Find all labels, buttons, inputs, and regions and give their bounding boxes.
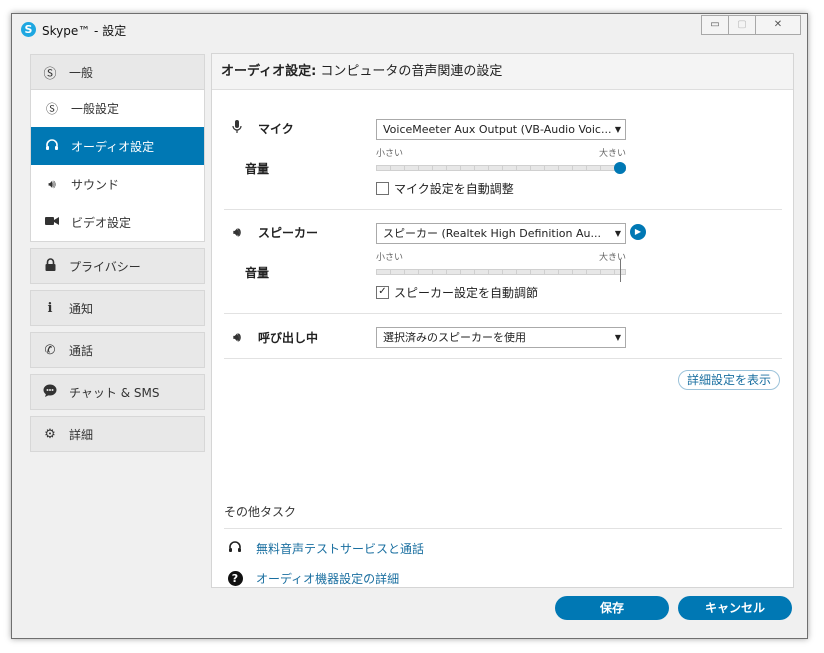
sidebar-item-label: 通話 — [69, 343, 94, 358]
mic-volume-label: 音量 — [245, 162, 270, 176]
sidebar-item-label: ビデオ設定 — [71, 215, 132, 230]
mic-device-value: VoiceMeeter Aux Output (VB-Audio Voic... — [383, 123, 612, 136]
skype-icon: S — [21, 22, 36, 37]
save-button[interactable]: 保存 — [555, 596, 669, 620]
sidebar-item-chat-sms[interactable]: チャット & SMS — [30, 374, 205, 410]
speaker-icon: 🔊︎ — [233, 330, 241, 344]
sidebar-item-label: オーディオ設定 — [71, 139, 155, 154]
phone-icon: ✆ — [44, 342, 56, 358]
sidebar-subgroup-general: Ⓢ 一般設定 オーディオ設定 🔊︎ サウンド ビデオ設定 — [30, 89, 205, 242]
ringing-label-text: 呼び出し中 — [258, 331, 319, 345]
mic-volume-knob[interactable] — [614, 162, 626, 174]
mic-auto-adjust-label: マイク設定を自動調整 — [394, 182, 514, 196]
mic-auto-adjust-checkbox[interactable]: マイク設定を自動調整 — [376, 180, 514, 197]
sidebar-item-advanced[interactable]: ⚙ 詳細 — [30, 416, 205, 452]
sidebar: Ⓢ 一般 Ⓢ 一般設定 オーディオ設定 🔊︎ サウンド ビデオ設定 プライバシー… — [30, 54, 205, 458]
audio-device-details-link[interactable]: ? オーディオ機器設定の詳細 — [226, 570, 399, 587]
ringing-device-value: 選択済みのスピーカーを使用 — [383, 331, 526, 344]
speaker-icon: 🔊︎ — [233, 225, 241, 239]
other-tasks-heading: その他タスク — [224, 505, 297, 519]
sidebar-item-general[interactable]: Ⓢ 一般 — [30, 54, 205, 90]
sidebar-item-general-settings[interactable]: Ⓢ 一般設定 — [31, 89, 204, 127]
microphone-icon — [228, 120, 246, 137]
gear-icon: ⚙ — [44, 426, 56, 442]
show-advanced-settings-button[interactable]: 詳細設定を表示 — [678, 370, 781, 390]
divider — [224, 313, 782, 314]
task-link-label: オーディオ機器設定の詳細 — [256, 572, 400, 586]
sidebar-item-sound[interactable]: 🔊︎ サウンド — [31, 165, 204, 203]
sidebar-item-label: 一般 — [69, 65, 94, 80]
window-title: Skype™ - 設定 — [42, 24, 127, 38]
maximize-button[interactable]: ▢ — [728, 15, 756, 35]
sidebar-item-audio-settings[interactable]: オーディオ設定 — [31, 127, 204, 165]
speaker-volume-slider[interactable] — [376, 269, 626, 275]
speaker-volume-label: 音量 — [245, 266, 270, 280]
info-icon: i — [47, 300, 53, 316]
chevron-down-icon: ▼ — [614, 333, 621, 342]
speaker-volume-marker[interactable] — [620, 260, 621, 282]
headset-icon — [226, 540, 244, 557]
mic-scale-max: 大きい — [599, 149, 627, 159]
divider — [224, 358, 782, 359]
speaker-auto-adjust-checkbox[interactable]: ✓ スピーカー設定を自動調節 — [376, 284, 538, 301]
sidebar-item-label: サウンド — [71, 177, 120, 192]
speaker-label: 🔊︎ スピーカー — [228, 224, 318, 241]
title-bar: S Skype™ - 設定 ▭ ▢ ✕ — [12, 14, 807, 44]
cancel-button[interactable]: キャンセル — [678, 596, 792, 620]
ringing-device-select[interactable]: 選択済みのスピーカーを使用 ▼ — [376, 327, 626, 348]
divider — [224, 209, 782, 210]
mic-label-text: マイク — [258, 122, 294, 136]
mic-volume-slider[interactable] — [376, 165, 626, 171]
minimize-button[interactable]: ▭ — [701, 15, 729, 35]
divider — [224, 528, 782, 529]
page-title-bold: オーディオ設定: — [221, 64, 317, 79]
speaker-auto-adjust-label: スピーカー設定を自動調節 — [394, 286, 539, 300]
sidebar-item-notifications[interactable]: i 通知 — [30, 290, 205, 326]
chevron-down-icon: ▼ — [614, 229, 621, 238]
task-link-label: 無料音声テストサービスと通話 — [256, 542, 425, 556]
page-title-rest: コンピュータの音声関連の設定 — [316, 64, 503, 79]
settings-window: S Skype™ - 設定 ▭ ▢ ✕ Ⓢ 一般 Ⓢ 一般設定 オーディオ設定 — [11, 13, 808, 639]
mic-scale-min: 小さい — [376, 149, 404, 159]
speaker-device-value: スピーカー (Realtek High Definition Au... — [383, 227, 601, 240]
window-controls: ▭ ▢ ✕ — [701, 15, 801, 35]
skype-icon: Ⓢ — [45, 101, 58, 116]
ringing-label: 🔊︎ 呼び出し中 — [228, 329, 318, 346]
sidebar-item-label: 通知 — [69, 301, 94, 316]
headset-icon — [45, 138, 59, 155]
sidebar-item-calls[interactable]: ✆ 通話 — [30, 332, 205, 368]
free-test-call-link[interactable]: 無料音声テストサービスと通話 — [226, 540, 424, 557]
checkbox-icon[interactable]: ✓ — [376, 286, 389, 299]
checkbox-icon[interactable] — [376, 182, 389, 195]
chat-icon — [43, 384, 57, 401]
sidebar-item-privacy[interactable]: プライバシー — [30, 248, 205, 284]
chevron-down-icon: ▼ — [614, 125, 621, 134]
page-title: オーディオ設定: コンピュータの音声関連の設定 — [212, 54, 793, 90]
sidebar-item-video-settings[interactable]: ビデオ設定 — [31, 203, 204, 241]
sidebar-item-label: 一般設定 — [71, 101, 120, 116]
speaker-device-select[interactable]: スピーカー (Realtek High Definition Au... ▼ — [376, 223, 626, 244]
speaker-label-text: スピーカー — [258, 226, 319, 240]
help-icon: ? — [226, 571, 244, 586]
sidebar-item-label: プライバシー — [69, 259, 141, 274]
play-test-sound-button[interactable]: ▶ — [630, 224, 646, 240]
speaker-scale-max: 大きい — [599, 253, 627, 263]
speaker-icon: 🔊︎ — [48, 176, 56, 191]
mic-label: マイク — [228, 120, 294, 137]
lock-icon — [43, 257, 57, 275]
skype-icon: Ⓢ — [43, 66, 57, 82]
speaker-scale-min: 小さい — [376, 253, 404, 263]
sidebar-item-label: チャット & SMS — [69, 385, 160, 400]
mic-device-select[interactable]: VoiceMeeter Aux Output (VB-Audio Voic...… — [376, 119, 626, 140]
audio-settings-panel: オーディオ設定: コンピュータの音声関連の設定 マイク VoiceMeeter … — [211, 53, 794, 588]
sidebar-item-label: 詳細 — [69, 427, 94, 442]
close-button[interactable]: ✕ — [755, 15, 801, 35]
video-camera-icon — [45, 215, 59, 229]
